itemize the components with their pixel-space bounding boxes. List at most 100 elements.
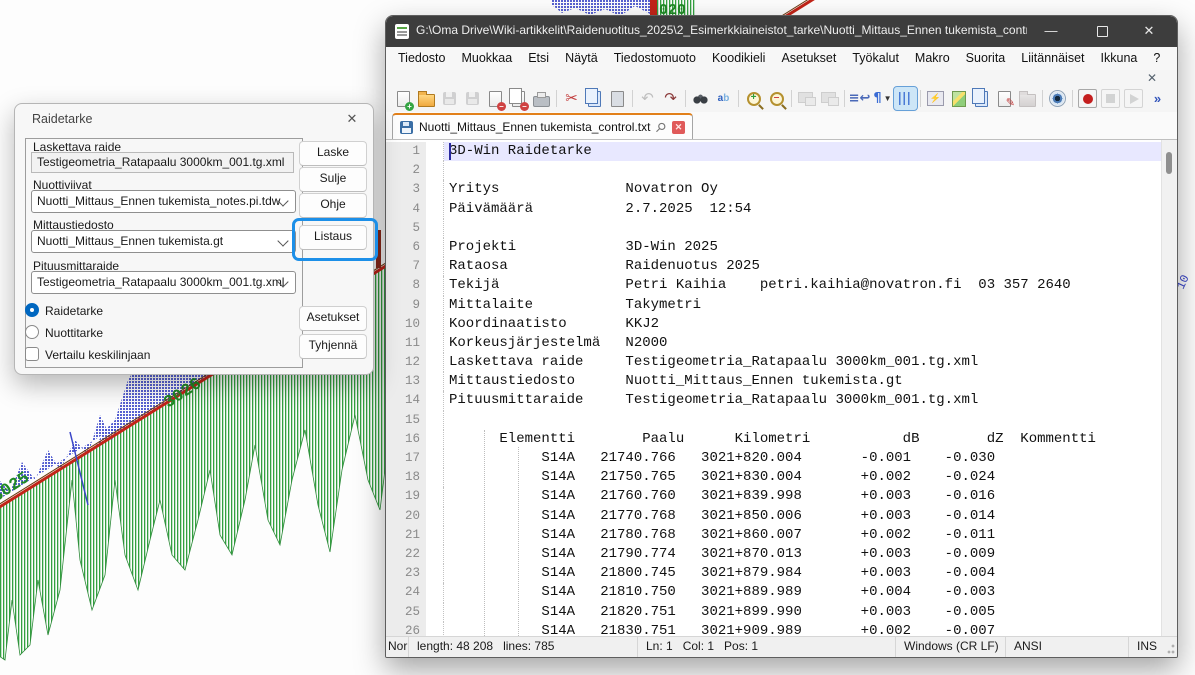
editor-line[interactable]: 25 S14A 21820.751 3021+899.990 +0.003 -0… [386, 603, 1162, 622]
editor-line[interactable]: 15 [386, 411, 1162, 430]
show-all-characters-icon[interactable]: ¶▼ [871, 87, 894, 110]
close-button[interactable]: ✕ [1129, 16, 1169, 46]
fold-margin[interactable] [426, 583, 444, 602]
macro-record-icon[interactable] [1076, 87, 1099, 110]
editor-line[interactable]: 9Mittalaite Takymetri [386, 296, 1162, 315]
zoom-in-icon[interactable]: + [742, 87, 765, 110]
asetukset-button[interactable]: Asetukset [299, 306, 367, 331]
menu-item[interactable]: ? [1145, 47, 1168, 70]
editor-line[interactable]: 12Laskettava raide Testigeometria_Ratapa… [386, 353, 1162, 372]
editor-line[interactable]: 13D-Win Raidetarke [386, 142, 1162, 161]
fold-margin[interactable] [426, 564, 444, 583]
monitoring-eye-icon[interactable] [1046, 87, 1069, 110]
fold-margin[interactable] [426, 257, 444, 276]
fold-margin[interactable] [426, 603, 444, 622]
editor-line[interactable]: 8Tekijä Petri Kaihia petri.kaihia@novatr… [386, 276, 1162, 295]
scrollbar-thumb[interactable] [1166, 152, 1172, 174]
editor-line[interactable]: 4Päivämäärä 2.7.2025 12:54 [386, 200, 1162, 219]
editor-line[interactable]: 17 S14A 21740.766 3021+820.004 -0.001 -0… [386, 449, 1162, 468]
menu-item[interactable]: Työkalut [844, 47, 907, 70]
editor-line[interactable]: 22 S14A 21790.774 3021+870.013 +0.003 -0… [386, 545, 1162, 564]
menu-item[interactable]: Tiedostomuoto [606, 47, 704, 70]
fold-margin[interactable] [426, 449, 444, 468]
word-wrap-icon[interactable]: ≡↩ [848, 87, 871, 110]
menu-item[interactable]: Liitännäiset [1013, 47, 1092, 70]
menu-item[interactable]: Ikkuna [1093, 47, 1146, 70]
fold-margin[interactable] [426, 507, 444, 526]
fold-margin[interactable] [426, 545, 444, 564]
editor-line[interactable]: 2 [386, 161, 1162, 180]
maximize-button[interactable] [1082, 16, 1122, 46]
pituusmittaraide-combobox[interactable]: Testigeometria_Ratapaalu 3000km_001.tg.x… [31, 271, 296, 294]
editor-line[interactable]: 24 S14A 21810.750 3021+889.989 +0.004 -0… [386, 583, 1162, 602]
fold-margin[interactable] [426, 180, 444, 199]
zoom-out-icon[interactable]: – [765, 87, 788, 110]
fold-margin[interactable] [426, 622, 444, 637]
copy-icon[interactable] [583, 87, 606, 110]
fold-margin[interactable] [426, 200, 444, 219]
laske-button[interactable]: Laske [299, 141, 367, 166]
editor-line[interactable]: 7Rataosa Raidenuotus 2025 [386, 257, 1162, 276]
editor-line[interactable]: 21 S14A 21780.768 3021+860.007 +0.002 -0… [386, 526, 1162, 545]
sync-vertical-scroll-icon[interactable] [795, 87, 818, 110]
close-all-files-icon[interactable] [507, 87, 530, 110]
vertailu-checkbox[interactable] [25, 347, 39, 361]
function-list-icon[interactable]: ⚡ [924, 87, 947, 110]
laskettava-raide-field[interactable]: Testigeometria_Ratapaalu 3000km_001.tg.x… [31, 152, 294, 173]
fold-margin[interactable] [426, 487, 444, 506]
menu-item[interactable]: Tiedosto [390, 47, 453, 70]
nuottitarke-radio[interactable] [25, 325, 39, 339]
editor-line[interactable]: 26 S14A 21830.751 3021+909.989 +0.002 -0… [386, 622, 1162, 637]
fold-margin[interactable] [426, 430, 444, 449]
fold-margin[interactable] [426, 411, 444, 430]
find-icon[interactable] [689, 87, 712, 110]
macro-play-icon[interactable] [1122, 87, 1145, 110]
tab-close-icon[interactable]: ✕ [672, 121, 685, 134]
fold-margin[interactable] [426, 161, 444, 180]
menu-item[interactable]: Koodikieli [704, 47, 774, 70]
menu-item[interactable]: Suorita [958, 47, 1014, 70]
fold-margin[interactable] [426, 315, 444, 334]
nuottiviivat-combobox[interactable]: Nuotti_Mittaus_Ennen tukemista_notes.pi.… [31, 190, 296, 213]
ohje-button[interactable]: Ohje [299, 193, 367, 218]
editor-line[interactable]: 16 Elementti Paalu Kilometri dB dZ Komme… [386, 430, 1162, 449]
raidetarke-radio[interactable] [25, 303, 39, 317]
editor-line[interactable]: 23 S14A 21800.745 3021+879.984 +0.003 -0… [386, 564, 1162, 583]
menu-item[interactable]: Makro [907, 47, 958, 70]
editor-line[interactable]: 11Korkeusjärjestelmä N2000 [386, 334, 1162, 353]
paste-icon[interactable] [606, 87, 629, 110]
editor-line[interactable]: 3Yritys Novatron Oy [386, 180, 1162, 199]
edit-marker-icon[interactable]: ✎ [993, 87, 1016, 110]
vertical-scrollbar[interactable] [1161, 140, 1177, 637]
tyhjenna-button[interactable]: Tyhjennä [299, 334, 367, 359]
menu-item[interactable]: Asetukset [773, 47, 844, 70]
fold-margin[interactable] [426, 468, 444, 487]
editor-line[interactable]: 10Koordinaatisto KKJ2 [386, 315, 1162, 334]
tab-active-document[interactable]: Nuotti_Mittaus_Ennen tukemista_control.t… [392, 113, 693, 139]
window-titlebar[interactable]: G:\Oma Drive\Wiki-artikkelit\Raidenuotit… [386, 16, 1177, 47]
macro-stop-icon[interactable] [1099, 87, 1122, 110]
pin-tab-icon[interactable]: ⚲ [653, 119, 669, 135]
chevron-down-icon[interactable] [277, 235, 288, 246]
print-icon[interactable] [530, 87, 553, 110]
editor-line[interactable]: 18 S14A 21750.765 3021+830.004 +0.002 -0… [386, 468, 1162, 487]
editor-line[interactable]: 14Pituusmittaraide Testigeometria_Ratapa… [386, 391, 1162, 410]
resize-grip[interactable] [1164, 644, 1175, 655]
indent-guide-icon[interactable] [894, 87, 917, 110]
document-map-icon[interactable] [947, 87, 970, 110]
menu-item[interactable]: + [1168, 47, 1178, 70]
save-all-icon[interactable] [461, 87, 484, 110]
sulje-button[interactable]: Sulje [299, 167, 367, 192]
menu-item[interactable]: Etsi [520, 47, 557, 70]
fold-margin[interactable] [426, 238, 444, 257]
editor-line[interactable]: 13Mittaustiedosto Nuotti_Mittaus_Ennen t… [386, 372, 1162, 391]
fold-margin[interactable] [426, 391, 444, 410]
close-file-icon[interactable] [484, 87, 507, 110]
save-icon[interactable] [438, 87, 461, 110]
minimize-button[interactable]: — [1031, 16, 1071, 46]
toolbar-overflow-icon[interactable]: » [1145, 87, 1168, 110]
editor-line[interactable]: 19 S14A 21760.760 3021+839.998 +0.003 -0… [386, 487, 1162, 506]
mittaustiedosto-combobox[interactable]: Nuotti_Mittaus_Ennen tukemista.gt [31, 230, 296, 253]
menu-item[interactable]: Muokkaa [453, 47, 520, 70]
close-document-icon[interactable]: ✕ [1145, 72, 1159, 85]
